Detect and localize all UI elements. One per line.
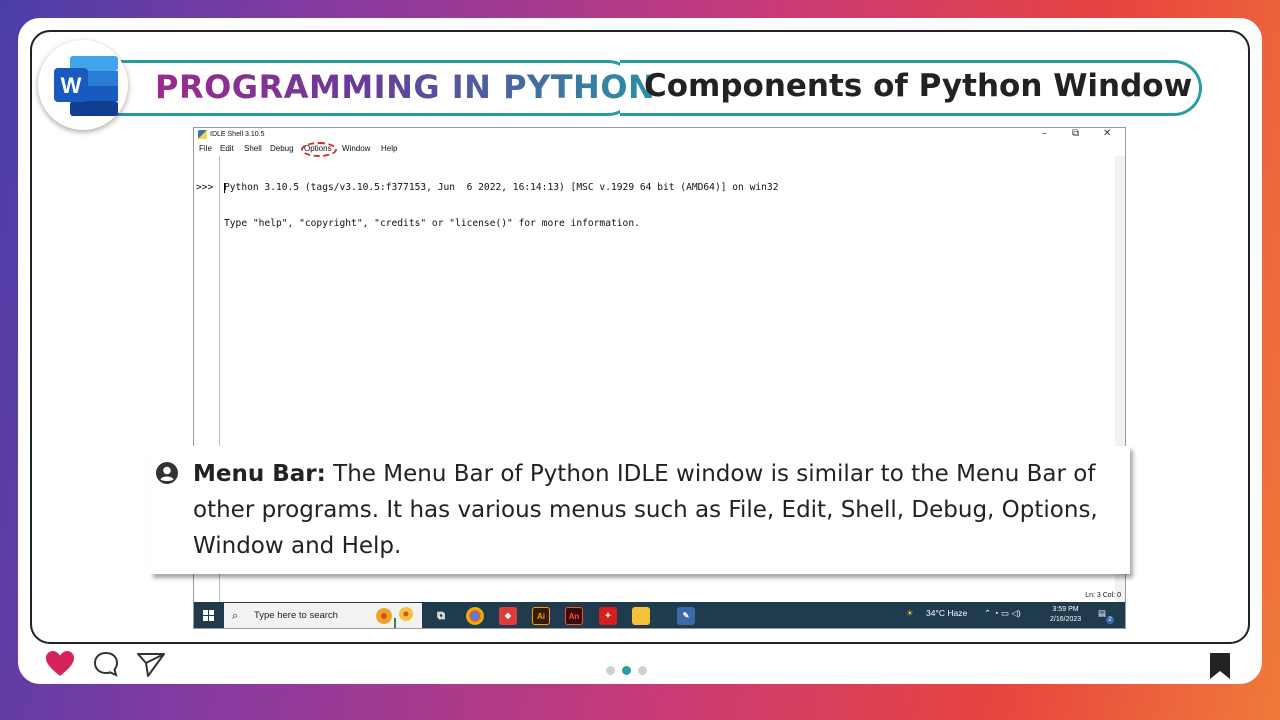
acrobat-icon[interactable]: ✦ (599, 607, 617, 625)
slide-subtitle: Components of Python Window (644, 68, 1193, 104)
page-dot-active[interactable] (622, 666, 631, 675)
search-icon: ⌕ (232, 609, 239, 622)
menu-file[interactable]: File (199, 144, 212, 153)
shell-prompt: >>> (196, 182, 214, 193)
heart-icon[interactable] (45, 650, 75, 678)
word-icon-letter: W (61, 73, 82, 98)
flowers-icon (376, 607, 413, 628)
caption-box: Menu Bar: The Menu Bar of Python IDLE wi… (150, 446, 1130, 574)
comment-icon[interactable] (92, 650, 120, 678)
page-dot[interactable] (606, 666, 615, 675)
caption-body: The Menu Bar of Python IDLE window is si… (193, 461, 1098, 559)
python-icon (198, 130, 207, 139)
slide-title: PROGRAMMING IN PYTHON (155, 68, 656, 106)
bookmark-icon[interactable] (1208, 652, 1232, 680)
restore-button[interactable]: ⧉ (1072, 128, 1079, 139)
search-placeholder: Type here to search (254, 610, 338, 621)
menu-debug[interactable]: Debug (270, 144, 294, 153)
page-indicator (606, 660, 654, 679)
animate-icon[interactable]: An (565, 607, 583, 625)
windows-taskbar: ⌕ Type here to search ⧉ ◆ Ai An ✦ ✎ ☀ 34… (194, 602, 1125, 628)
caption-text: Menu Bar: The Menu Bar of Python IDLE wi… (193, 456, 1128, 564)
caption-term: Menu Bar: (193, 461, 326, 487)
idle-title-bar: IDLE Shell 3.10.5 – ⧉ ✕ (194, 128, 1125, 142)
python-idle-taskbar-icon[interactable]: ✎ (677, 607, 695, 625)
system-tray-icons[interactable]: ⌃ ◔ ▭ ◁) (984, 608, 1021, 619)
options-highlight-ring (301, 142, 337, 157)
file-explorer-icon[interactable] (632, 607, 650, 625)
windows-start-icon[interactable] (203, 610, 215, 622)
send-icon[interactable] (136, 650, 166, 678)
weather-icon: ☀ (906, 608, 914, 618)
menu-shell[interactable]: Shell (244, 144, 262, 153)
illustrator-icon[interactable]: Ai (532, 607, 550, 625)
idle-window-title: IDLE Shell 3.10.5 (210, 131, 265, 138)
close-button[interactable]: ✕ (1103, 128, 1111, 139)
anydesk-icon[interactable]: ◆ (499, 607, 517, 625)
user-circle-icon (156, 462, 178, 484)
notification-icon[interactable]: ▤ (1098, 608, 1106, 619)
shell-output: Python 3.10.5 (tags/v3.10.5:f377153, Jun… (224, 158, 779, 254)
menu-help[interactable]: Help (381, 144, 397, 153)
page-dot[interactable] (638, 666, 647, 675)
shell-line: Type "help", "copyright", "credits" or "… (224, 218, 640, 229)
task-view-icon[interactable]: ⧉ (432, 607, 450, 625)
taskbar-clock[interactable]: 3:59 PM 2/16/2023 (1050, 605, 1081, 625)
status-position: Ln: 3 Col: 0 (1085, 592, 1121, 599)
notification-count: 2 (1106, 616, 1114, 624)
weather-text[interactable]: 34°C Haze (926, 608, 967, 618)
menu-edit[interactable]: Edit (220, 144, 234, 153)
text-cursor (224, 183, 225, 193)
menu-window[interactable]: Window (342, 144, 370, 153)
shell-line: Python 3.10.5 (tags/v3.10.5:f377153, Jun… (224, 182, 779, 193)
chrome-icon[interactable] (466, 607, 484, 625)
minimize-button[interactable]: – (1042, 128, 1047, 139)
clock-date: 2/16/2023 (1050, 616, 1082, 623)
clock-time: 3:59 PM (1052, 606, 1079, 613)
word-icon: W (54, 56, 118, 116)
